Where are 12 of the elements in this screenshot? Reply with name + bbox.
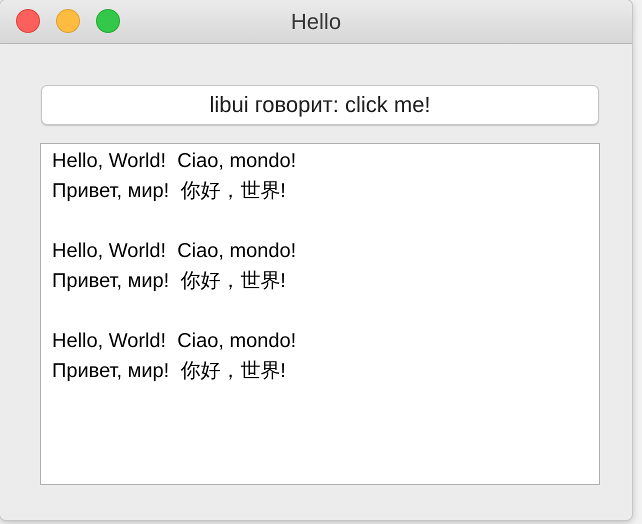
maximize-icon[interactable]: [96, 9, 120, 33]
click-me-button[interactable]: libui говорит: click me!: [41, 85, 599, 125]
text-line: Привет, мир! 你好，世界!: [52, 179, 287, 204]
text-line: Привет, мир! 你好，世界!: [52, 359, 287, 384]
text-line: Hello, World! Ciao, mondo!: [52, 239, 298, 264]
minimize-icon[interactable]: [56, 9, 80, 33]
text-line: Привет, мир! 你好，世界!: [52, 269, 287, 294]
window-title: Hello: [290, 8, 342, 34]
close-icon[interactable]: [16, 9, 40, 33]
text-line: Hello, World! Ciao, mondo!: [52, 149, 298, 174]
text-line: Hello, World! Ciao, mondo!: [52, 329, 298, 354]
text-area[interactable]: Hello, World! Ciao, mondo! Привет, мир! 你好，世界! Hello, World! Ciao, mondo! Привет, мир! 你好，世界! Hello, World! Ciao, mondo! Привет, мир! 你好，世界!: [40, 143, 600, 485]
